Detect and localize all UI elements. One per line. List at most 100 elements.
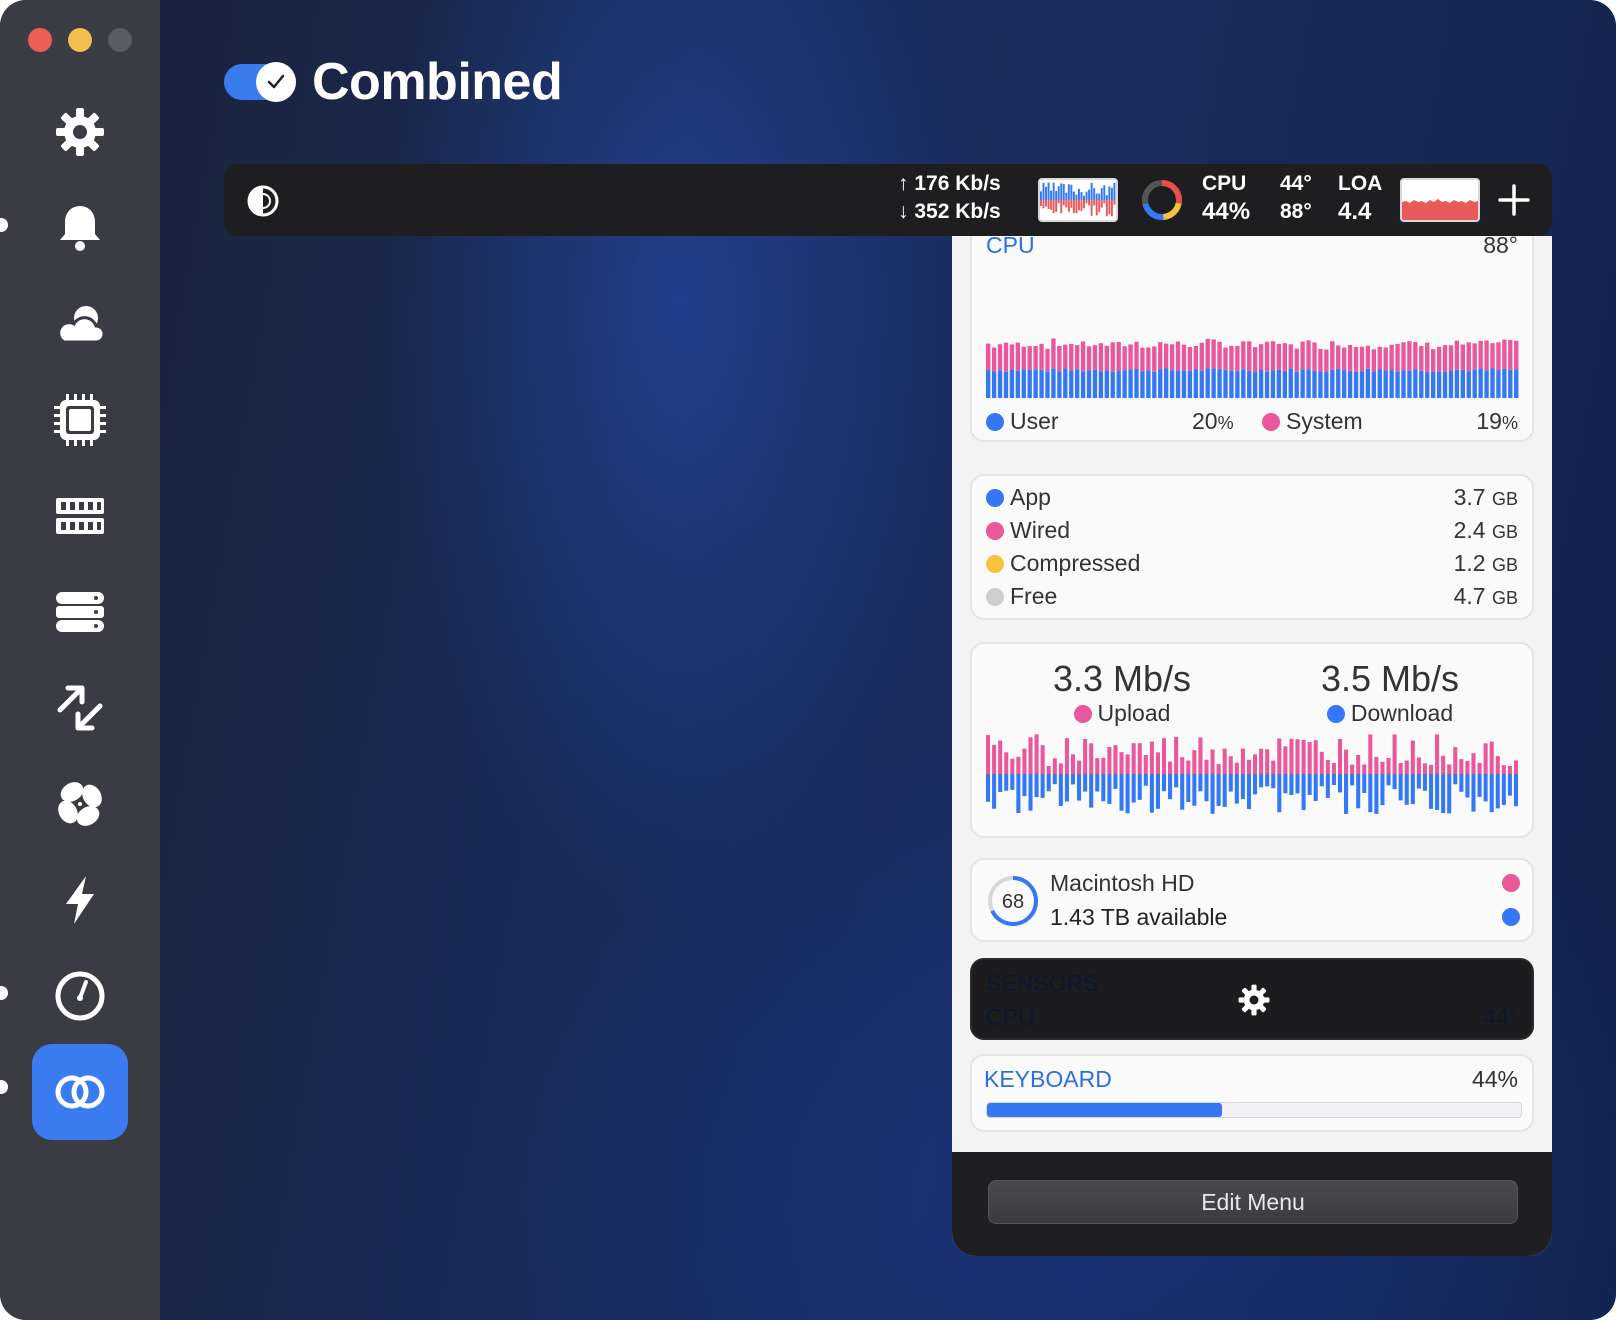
download-bar bbox=[1477, 774, 1482, 797]
close-window-button[interactable] bbox=[28, 28, 52, 52]
upload-bar bbox=[1022, 748, 1027, 774]
sidebar-item-notifications[interactable] bbox=[32, 180, 128, 276]
download-bar bbox=[1422, 774, 1427, 791]
upload-bar bbox=[1331, 762, 1336, 774]
cpu-user-bar bbox=[1009, 369, 1015, 398]
spark-upload-bar bbox=[1042, 182, 1045, 200]
zoom-window-button[interactable] bbox=[108, 28, 132, 52]
network-arrows-icon bbox=[57, 685, 103, 731]
cpu-system-bar bbox=[1407, 341, 1412, 371]
cpu-user-bar bbox=[1484, 370, 1489, 398]
memory-row-label: App bbox=[986, 484, 1051, 511]
upload-bar bbox=[1422, 763, 1427, 774]
cpu-system-bar bbox=[1466, 342, 1471, 372]
edit-menu-button[interactable]: Edit Menu bbox=[988, 1180, 1518, 1224]
cpu-user-value-wrap: 20% bbox=[1192, 408, 1234, 435]
download-bar bbox=[1374, 774, 1379, 814]
spark-download-bar bbox=[1080, 200, 1083, 211]
upload-arrow-icon: ↑ bbox=[898, 172, 909, 195]
upload-bar bbox=[1070, 754, 1076, 774]
sidebar-item-fans[interactable] bbox=[32, 756, 128, 852]
sidebar-indicator-dot bbox=[0, 986, 8, 1000]
menubar-upload-value: 176 Kb/s bbox=[914, 172, 1001, 195]
cpu-system-value: 19 bbox=[1476, 408, 1502, 434]
plus-icon[interactable] bbox=[1496, 182, 1532, 218]
download-bar bbox=[1107, 774, 1112, 804]
sidebar-item-memory[interactable] bbox=[32, 468, 128, 564]
sidebar-item-settings[interactable] bbox=[32, 84, 128, 180]
sensors-gear-icon[interactable] bbox=[1236, 982, 1272, 1018]
cpu-system-label: System bbox=[1286, 408, 1363, 434]
upload-bar bbox=[1040, 745, 1045, 774]
memory-row-label: Free bbox=[986, 583, 1057, 610]
cpu-user-bar bbox=[1312, 371, 1317, 398]
upload-bar bbox=[1210, 749, 1215, 774]
sidebar-item-network[interactable] bbox=[32, 660, 128, 756]
cpu-system-bar bbox=[1484, 340, 1489, 371]
contrast-icon[interactable] bbox=[246, 184, 280, 218]
cpu-system-bar bbox=[1502, 339, 1507, 369]
download-bar bbox=[1016, 774, 1021, 813]
cpu-system-bar bbox=[1336, 345, 1341, 369]
memory-unit: GB bbox=[1491, 522, 1518, 542]
upload-bar bbox=[1113, 745, 1118, 774]
memory-label: Wired bbox=[1010, 517, 1071, 543]
sensors-card[interactable]: SENSORS CPU 44° bbox=[970, 958, 1534, 1040]
sidebar-item-disk[interactable] bbox=[32, 564, 128, 660]
spark-download-bar bbox=[1095, 200, 1098, 216]
spark-upload-bar bbox=[1095, 193, 1098, 200]
cpu-user-bar bbox=[1092, 369, 1098, 398]
cpu-system-bar bbox=[1312, 342, 1317, 372]
upload-bar bbox=[1374, 756, 1379, 774]
cpu-system-bar bbox=[1128, 344, 1133, 370]
sidebar-item-weather[interactable] bbox=[32, 276, 128, 372]
cpu-user-bar bbox=[1039, 369, 1044, 398]
download-arrow-icon: ↓ bbox=[898, 200, 909, 223]
spark-download-bar bbox=[1072, 200, 1075, 214]
cpu-user-bar bbox=[1365, 368, 1371, 398]
cpu-user-bar bbox=[1205, 368, 1210, 398]
cpu-user-bar bbox=[1359, 371, 1365, 398]
menubar-temp-bottom: 88° bbox=[1280, 200, 1312, 223]
memory-dot bbox=[986, 489, 1004, 507]
cpu-user-label: User bbox=[1010, 408, 1059, 434]
cpu-system-bar bbox=[1199, 342, 1204, 371]
upload-bar bbox=[1337, 739, 1343, 774]
upload-bar bbox=[1095, 758, 1100, 774]
sidebar-item-cpu[interactable] bbox=[32, 372, 128, 468]
cpu-user-bar bbox=[1164, 368, 1169, 398]
cpu-user-bar bbox=[1300, 369, 1305, 398]
download-bar bbox=[1101, 774, 1106, 802]
download-bar bbox=[1143, 774, 1148, 786]
cpu-user-bar bbox=[1033, 369, 1038, 398]
disk-usage-ring: 68 bbox=[988, 876, 1038, 926]
sidebar-item-battery[interactable] bbox=[32, 852, 128, 948]
cpu-system-bar bbox=[1389, 344, 1394, 371]
memory-row-value: 2.4 GB bbox=[1454, 517, 1518, 544]
disk-name: Macintosh HD bbox=[1050, 870, 1195, 896]
disk-write-dot bbox=[1502, 874, 1520, 892]
cpu-user-bar bbox=[1116, 371, 1121, 398]
upload-bar bbox=[1137, 743, 1142, 774]
sidebar-item-combined[interactable] bbox=[32, 1044, 128, 1140]
upload-bar bbox=[1501, 765, 1506, 774]
cpu-system-bar bbox=[1508, 339, 1513, 370]
spark-upload-bar bbox=[1088, 189, 1091, 200]
download-bar bbox=[1046, 774, 1051, 792]
download-bar bbox=[1465, 774, 1470, 798]
combined-toggle[interactable] bbox=[224, 62, 296, 102]
cpu-user-bar bbox=[1069, 370, 1074, 398]
upload-bar bbox=[1313, 740, 1318, 774]
cpu-user-bar bbox=[1098, 371, 1104, 398]
cpu-user-bar bbox=[1347, 370, 1353, 398]
memory-card: App 3.7 GB Wired 2.4 GB Compressed 1.2 GB Free… bbox=[970, 474, 1534, 620]
upload-bar bbox=[1289, 738, 1294, 774]
cpu-user-bar bbox=[991, 371, 997, 398]
lightning-icon bbox=[66, 876, 94, 924]
memory-row: App 3.7 GB bbox=[986, 484, 1518, 514]
memory-unit: GB bbox=[1491, 588, 1518, 608]
download-bar bbox=[1089, 774, 1094, 808]
minimize-window-button[interactable] bbox=[68, 28, 92, 52]
sidebar-item-clock[interactable] bbox=[32, 948, 128, 1044]
download-bar bbox=[1344, 774, 1349, 814]
